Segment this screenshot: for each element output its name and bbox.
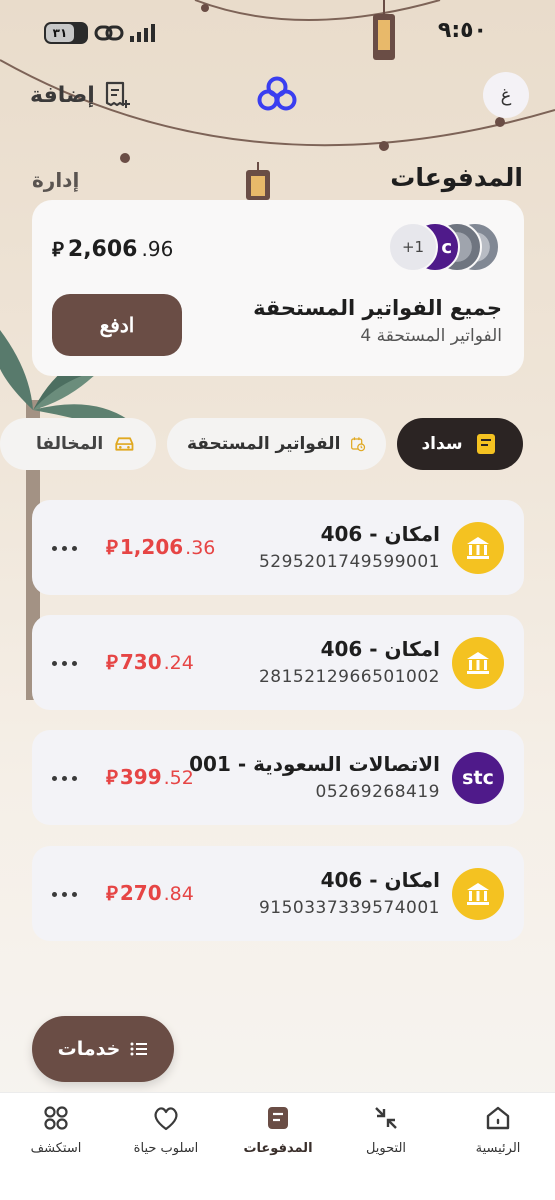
nav-item-payments[interactable]: المدفوعات bbox=[228, 1103, 328, 1173]
bill-row[interactable]: stc 001 - الاتصالات السعودية 05269268419… bbox=[32, 730, 524, 825]
bill-amount-integer: 1,206 bbox=[119, 535, 184, 559]
bill-amount-decimal: .52 bbox=[163, 767, 194, 789]
bill-account-number: 05269268419 bbox=[315, 782, 440, 802]
bill-account-number: 9150337339574001 bbox=[258, 898, 440, 918]
nav-label: استكشف bbox=[30, 1141, 82, 1156]
bill-row[interactable]: 406 - امكان 9150337339574001 ⃁ 270.84 bbox=[32, 846, 524, 941]
summary-amount-decimal: .96 bbox=[141, 237, 174, 261]
bill-amount: ⃁ 730.24 bbox=[106, 649, 194, 675]
payment-tabs: سداد الفواتير المستحقة المخالفا bbox=[0, 418, 555, 470]
summary-subtitle: 4 الفواتير المستحقة bbox=[360, 326, 502, 346]
avatar-initial: غ bbox=[500, 84, 512, 106]
tab-violations-label: المخالفا bbox=[36, 434, 104, 454]
tab-due-bills[interactable]: الفواتير المستحقة bbox=[167, 418, 386, 470]
nav-label: اسلوب حياة bbox=[133, 1141, 199, 1156]
bill-account-number: 5295201749599001 bbox=[258, 552, 440, 572]
summary-title: جميع الفواتير المستحقة bbox=[253, 296, 502, 320]
biller-logos-stack: c +1 bbox=[388, 222, 502, 272]
bill-account-number: 2815212966501002 bbox=[258, 667, 440, 687]
nav-item-home[interactable]: الرئيسية bbox=[448, 1103, 548, 1173]
bank-icon bbox=[452, 637, 504, 689]
car-icon bbox=[115, 437, 134, 451]
tab-due-bills-label: الفواتير المستحقة bbox=[187, 434, 341, 454]
more-options-icon[interactable] bbox=[52, 538, 82, 558]
bill-name: 001 - الاتصالات السعودية bbox=[189, 752, 440, 776]
bill-row[interactable]: 406 - امكان 2815212966501002 ⃁ 730.24 bbox=[32, 615, 524, 710]
status-bar: ٩:٥٠ ٣١ bbox=[0, 0, 555, 70]
page-title: المدفوعات bbox=[390, 163, 523, 192]
bill-amount-decimal: .36 bbox=[185, 537, 216, 559]
bill-amount: ⃁ 1,206.36 bbox=[106, 534, 215, 560]
add-bill-icon bbox=[105, 81, 130, 108]
more-billers-count: +1 bbox=[388, 222, 438, 272]
bottom-navigation: الرئيسية التحويل المدفوعات اسلوب حياة اس… bbox=[0, 1092, 555, 1200]
bill-amount-integer: 399 bbox=[119, 765, 162, 789]
receipt-icon bbox=[476, 434, 495, 454]
bill-amount: ⃁ 270.84 bbox=[106, 880, 194, 906]
riyal-symbol: ⃁ bbox=[106, 881, 118, 905]
bank-logo-icon bbox=[257, 76, 297, 111]
more-options-icon[interactable] bbox=[52, 768, 82, 788]
nav-item-transfer[interactable]: التحويل bbox=[336, 1103, 436, 1173]
riyal-symbol: ⃁ bbox=[106, 765, 118, 789]
nav-item-explore[interactable]: استكشف bbox=[6, 1103, 106, 1173]
bill-name: 406 - امكان bbox=[320, 637, 440, 661]
transfer-arrows-icon bbox=[375, 1107, 397, 1129]
summary-total-amount: ⃁ 2,606.96 bbox=[52, 236, 173, 262]
manage-link[interactable]: إدارة bbox=[32, 168, 79, 192]
bill-amount: ⃁ 399.52 bbox=[106, 764, 194, 790]
riyal-symbol: ⃁ bbox=[106, 650, 118, 674]
home-icon bbox=[486, 1106, 510, 1130]
stc-logo: stc bbox=[452, 752, 504, 804]
bill-name: 406 - امكان bbox=[320, 868, 440, 892]
nav-label: الرئيسية bbox=[475, 1141, 521, 1156]
nav-label: التحويل bbox=[365, 1141, 407, 1156]
bill-name: 406 - امكان bbox=[320, 522, 440, 546]
services-label: خدمات bbox=[57, 1038, 121, 1060]
add-label: إضافة bbox=[30, 82, 95, 108]
bank-icon bbox=[452, 868, 504, 920]
bill-amount-integer: 270 bbox=[119, 881, 162, 905]
battery-icon: ٣١ bbox=[44, 22, 88, 44]
nav-label: المدفوعات bbox=[243, 1141, 313, 1156]
link-icon bbox=[94, 25, 124, 41]
more-options-icon[interactable] bbox=[52, 653, 82, 673]
nav-item-lifestyle[interactable]: اسلوب حياة bbox=[116, 1103, 216, 1173]
riyal-symbol: ⃁ bbox=[52, 237, 64, 261]
avatar[interactable]: غ bbox=[483, 72, 529, 118]
heart-icon bbox=[154, 1107, 178, 1131]
payments-icon bbox=[268, 1107, 288, 1129]
riyal-symbol: ⃁ bbox=[106, 535, 118, 559]
calendar-clock-icon bbox=[351, 437, 366, 452]
status-time: ٩:٥٠ bbox=[437, 18, 487, 43]
tab-sadad[interactable]: سداد bbox=[397, 418, 523, 470]
bank-icon bbox=[452, 522, 504, 574]
battery-level: ٣١ bbox=[46, 24, 74, 42]
due-bills-summary-card[interactable]: c +1 ⃁ 2,606.96 ادفع جميع الفواتير المست… bbox=[32, 200, 524, 376]
tab-sadad-label: سداد bbox=[421, 434, 463, 454]
bill-amount-decimal: .24 bbox=[163, 652, 194, 674]
summary-amount-integer: 2,606 bbox=[67, 237, 138, 262]
grid-icon bbox=[44, 1106, 68, 1130]
bill-amount-decimal: .84 bbox=[163, 883, 194, 905]
pay-button[interactable]: ادفع bbox=[52, 294, 182, 356]
services-button[interactable]: خدمات bbox=[32, 1016, 174, 1082]
bill-row[interactable]: 406 - امكان 5295201749599001 ⃁ 1,206.36 bbox=[32, 500, 524, 595]
more-options-icon[interactable] bbox=[52, 884, 82, 904]
signal-icon bbox=[130, 24, 155, 42]
bill-amount-integer: 730 bbox=[119, 650, 162, 674]
tab-violations[interactable]: المخالفا bbox=[0, 418, 156, 470]
add-button[interactable]: إضافة bbox=[30, 78, 131, 112]
list-icon bbox=[130, 1042, 148, 1056]
